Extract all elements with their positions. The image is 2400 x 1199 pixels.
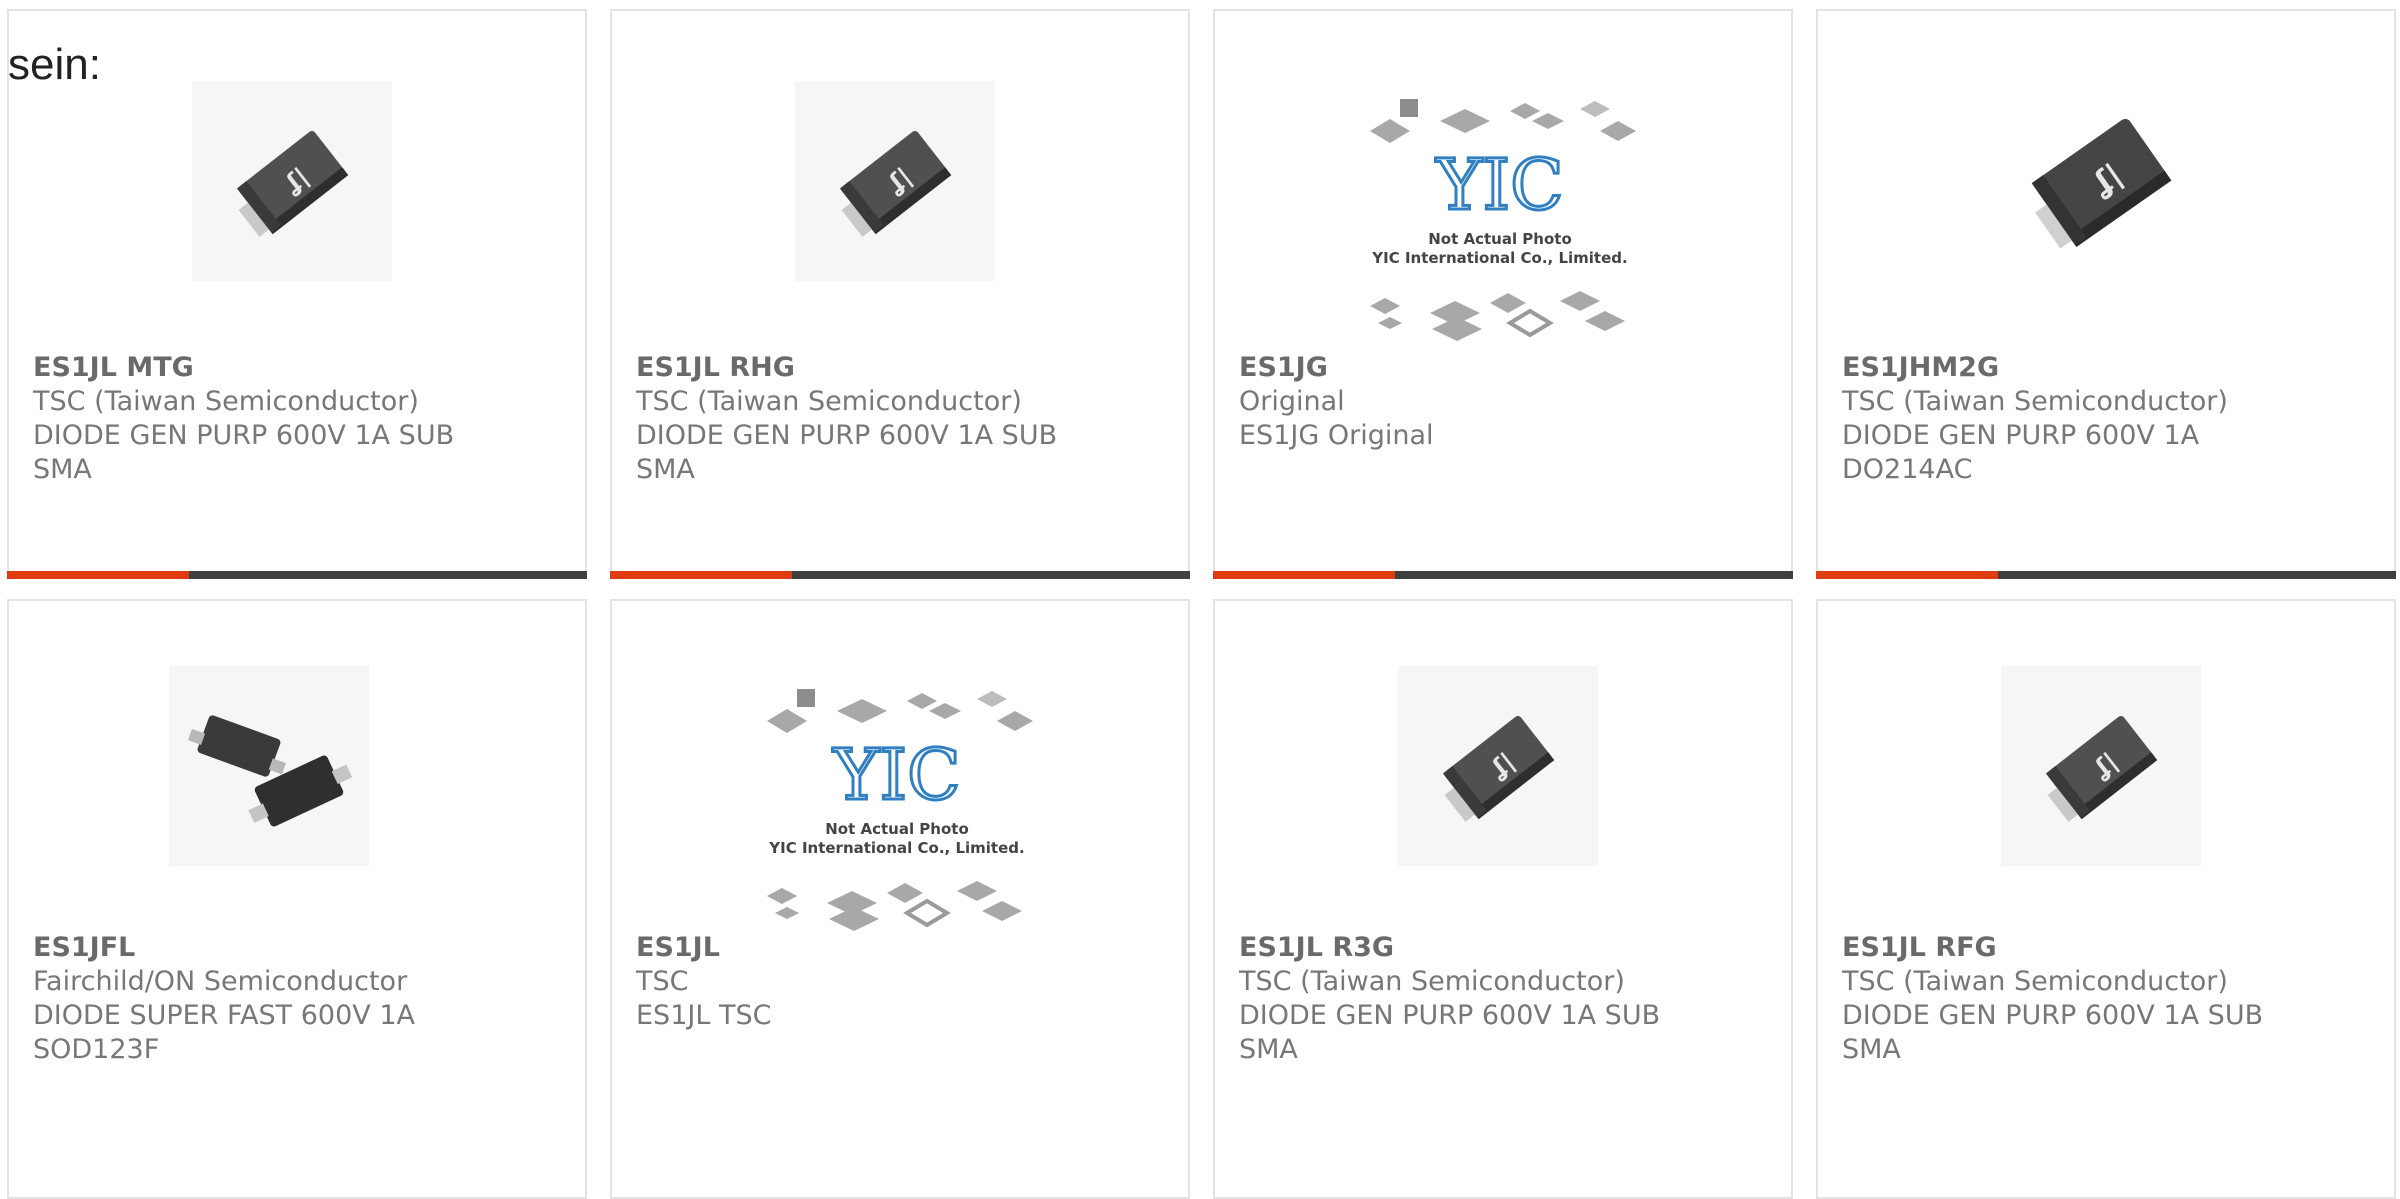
manufacturer: TSC (Taiwan Semiconductor) bbox=[1239, 966, 1625, 997]
description: DIODE GEN PURP 600V 1A SUB bbox=[1239, 1000, 1661, 1031]
svg-text:YIC International Co., Limited: YIC International Co., Limited. bbox=[1371, 249, 1627, 267]
part-number[interactable]: ES1JL RFG bbox=[1842, 931, 2364, 965]
package: SMA bbox=[636, 454, 695, 485]
not-actual-photo-icon[interactable]: YIC Not Actual Photo YIC International C… bbox=[1360, 91, 1640, 341]
card-accent-bar bbox=[1816, 571, 2396, 579]
package: SMA bbox=[33, 454, 92, 485]
manufacturer: Original bbox=[1239, 386, 1345, 417]
description: DIODE GEN PURP 600V 1A SUB bbox=[636, 420, 1058, 451]
card-accent-bar bbox=[1213, 571, 1793, 579]
product-info: ES1JL RHG TSC (Taiwan Semiconductor) DIO… bbox=[636, 351, 1158, 487]
product-card[interactable]: YIC Not Actual Photo YIC International C… bbox=[1213, 9, 1793, 579]
svg-text:Not Actual Photo: Not Actual Photo bbox=[1428, 230, 1572, 248]
description: DIODE SUPER FAST 600V 1A bbox=[33, 1000, 415, 1031]
part-number[interactable]: ES1JL MTG bbox=[33, 351, 555, 385]
product-card[interactable]: ʆ| ES1JL MTG TSC (Taiwan Semiconductor) … bbox=[7, 9, 587, 579]
product-info: ES1JHM2G TSC (Taiwan Semiconductor) DIOD… bbox=[1842, 351, 2364, 487]
sma-diode-icon[interactable]: ʆ| bbox=[2001, 666, 2201, 866]
sma-diode-icon[interactable]: ʆ| bbox=[795, 81, 995, 281]
product-info: ES1JL R3G TSC (Taiwan Semiconductor) DIO… bbox=[1239, 931, 1761, 1067]
product-card[interactable]: ʆ| ES1JHM2G TSC (Taiwan Semiconductor) D… bbox=[1816, 9, 2396, 579]
description: DIODE GEN PURP 600V 1A SUB bbox=[1842, 1000, 2264, 1031]
description: DIODE GEN PURP 600V 1A bbox=[1842, 420, 2200, 451]
product-card[interactable]: YIC Not Actual Photo YIC International C… bbox=[610, 599, 1190, 1199]
description: DIODE GEN PURP 600V 1A SUB bbox=[33, 420, 455, 451]
manufacturer: TSC (Taiwan Semiconductor) bbox=[636, 386, 1022, 417]
do214ac-diode-icon[interactable]: ʆ| bbox=[2001, 81, 2201, 281]
product-info: ES1JG Original ES1JG Original bbox=[1239, 351, 1761, 453]
card-accent-bar bbox=[610, 571, 1190, 579]
product-info: ES1JFL Fairchild/ON Semiconductor DIODE … bbox=[33, 931, 555, 1067]
product-card[interactable]: ʆ| ES1JL R3G TSC (Taiwan Semiconductor) … bbox=[1213, 599, 1793, 1199]
svg-text:YIC International Co., Limited: YIC International Co., Limited. bbox=[768, 839, 1024, 857]
description: ES1JG Original bbox=[1239, 420, 1434, 451]
manufacturer: TSC bbox=[636, 966, 689, 997]
not-actual-photo-icon[interactable]: YIC Not Actual Photo YIC International C… bbox=[757, 681, 1037, 931]
description: ES1JL TSC bbox=[636, 1000, 772, 1031]
product-info: ES1JL TSC ES1JL TSC bbox=[636, 931, 1158, 1033]
product-card[interactable]: ʆ| ES1JL RFG TSC (Taiwan Semiconductor) … bbox=[1816, 599, 2396, 1199]
intro-text: sein: bbox=[8, 40, 101, 89]
part-number[interactable]: ES1JFL bbox=[33, 931, 555, 965]
part-number[interactable]: ES1JHM2G bbox=[1842, 351, 2364, 385]
card-accent-bar bbox=[7, 571, 587, 579]
package: SMA bbox=[1239, 1034, 1298, 1065]
part-number[interactable]: ES1JL R3G bbox=[1239, 931, 1761, 965]
package: DO214AC bbox=[1842, 454, 1973, 485]
manufacturer: TSC (Taiwan Semiconductor) bbox=[33, 386, 419, 417]
manufacturer: Fairchild/ON Semiconductor bbox=[33, 966, 408, 997]
svg-text:Not Actual Photo: Not Actual Photo bbox=[825, 820, 969, 838]
product-info: ES1JL MTG TSC (Taiwan Semiconductor) DIO… bbox=[33, 351, 555, 487]
svg-text:YIC: YIC bbox=[832, 734, 960, 816]
manufacturer: TSC (Taiwan Semiconductor) bbox=[1842, 386, 2228, 417]
product-grid: ʆ| ES1JL MTG TSC (Taiwan Semiconductor) … bbox=[7, 9, 2400, 1199]
product-card[interactable]: ʆ| ES1JL RHG TSC (Taiwan Semiconductor) … bbox=[610, 9, 1190, 579]
svg-text:YIC: YIC bbox=[1435, 144, 1563, 226]
sma-diode-icon[interactable]: ʆ| bbox=[1398, 666, 1598, 866]
sod123f-diode-icon[interactable] bbox=[169, 666, 369, 866]
sma-diode-icon[interactable]: ʆ| bbox=[192, 81, 392, 281]
product-card[interactable]: ES1JFL Fairchild/ON Semiconductor DIODE … bbox=[7, 599, 587, 1199]
package: SMA bbox=[1842, 1034, 1901, 1065]
manufacturer: TSC (Taiwan Semiconductor) bbox=[1842, 966, 2228, 997]
part-number[interactable]: ES1JL RHG bbox=[636, 351, 1158, 385]
product-info: ES1JL RFG TSC (Taiwan Semiconductor) DIO… bbox=[1842, 931, 2364, 1067]
part-number[interactable]: ES1JG bbox=[1239, 351, 1761, 385]
package: SOD123F bbox=[33, 1034, 160, 1065]
part-number[interactable]: ES1JL bbox=[636, 931, 1158, 965]
